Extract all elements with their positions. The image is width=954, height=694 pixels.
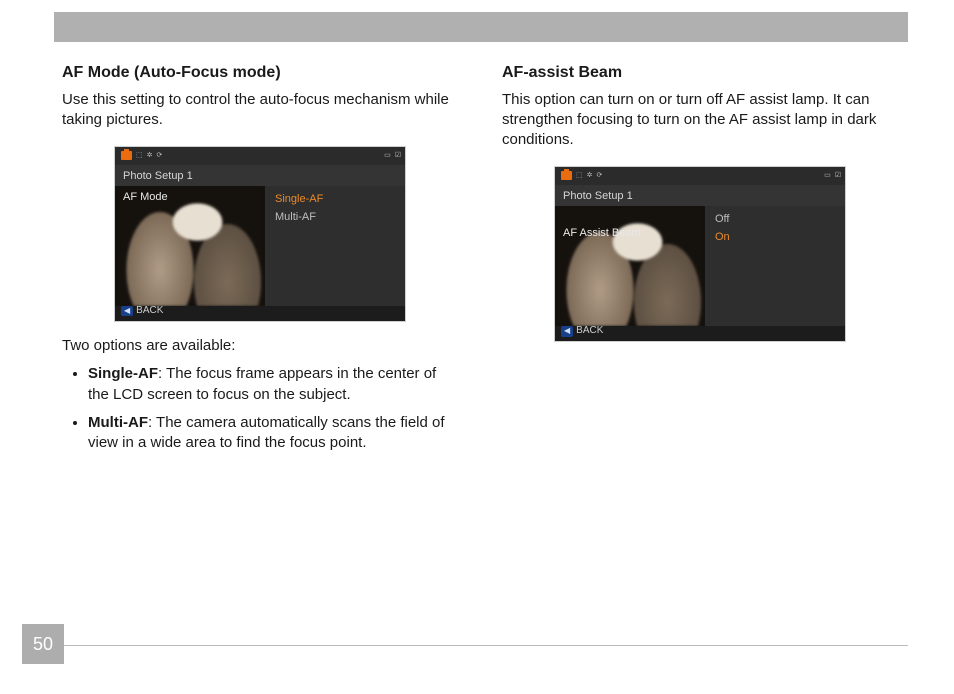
content-columns: AF Mode (Auto-Focus mode) Use this setti… [62,62,898,604]
back-label: BACK [136,305,163,316]
lcd-options: Single-AF Multi-AF [265,186,405,306]
tab-icon-3: ✲ [147,150,153,162]
af-mode-bullets: Single-AF: The focus frame appears in th… [62,364,458,453]
af-assist-heading: AF-assist Beam [502,62,898,84]
af-assist-desc: This option can turn on or turn off AF a… [502,90,898,151]
tab2-icon-6: ☑ [835,170,841,182]
tab2-icon-5: ▭ [824,170,831,182]
bullet-single-af-name: Single-AF [88,365,158,382]
tab-icon-5: ▭ [384,150,391,162]
left-column: AF Mode (Auto-Focus mode) Use this setti… [62,62,458,604]
tab-icon-4: ⟳ [157,150,163,162]
lcd2-option-on: On [715,228,835,246]
bullet-multi-af-name: Multi-AF [88,414,148,431]
lcd-tab-strip: ⬚ ✲ ⟳ ▭ ☑ [115,147,405,165]
header-grey-bar [54,12,908,42]
af-mode-lcd: ⬚ ✲ ⟳ ▭ ☑ Photo Setup 1 AF Mode Single-A… [114,146,406,322]
bullet-single-af: Single-AF: The focus frame appears in th… [88,364,458,405]
tab-icon-6: ☑ [395,150,401,162]
options-intro: Two options are available: [62,336,458,356]
manual-page: AF Mode (Auto-Focus mode) Use this setti… [0,0,954,694]
back-label-2: BACK [576,325,603,336]
lcd-option-multi-af: Multi-AF [275,208,395,226]
lcd-setting-label: AF Mode [123,190,168,205]
camera-tab-icon-2 [561,170,572,182]
lcd2-option-off: Off [715,210,835,228]
af-mode-heading: AF Mode (Auto-Focus mode) [62,62,458,84]
page-number: 50 [22,624,64,664]
tab-icon-2: ⬚ [136,150,143,162]
back-chip-icon: ◀ [121,306,133,317]
right-column: AF-assist Beam This option can turn on o… [502,62,898,604]
lcd2-menu-title: Photo Setup 1 [555,185,845,206]
bullet-multi-af: Multi-AF: The camera automatically scans… [88,413,458,454]
af-assist-lcd: ⬚ ✲ ⟳ ▭ ☑ Photo Setup 1 AF Assist Beam O… [554,166,846,342]
lcd2-options: Off On [705,206,845,326]
tab2-icon-3: ✲ [587,170,593,182]
back-chip-icon-2: ◀ [561,326,573,337]
tab2-icon-4: ⟳ [597,170,603,182]
lcd2-setting-label: AF Assist Beam [563,226,641,241]
camera-tab-icon [121,150,132,162]
af-mode-desc: Use this setting to control the auto-foc… [62,90,458,131]
lcd-menu-title: Photo Setup 1 [115,165,405,186]
lcd-tab-strip-2: ⬚ ✲ ⟳ ▭ ☑ [555,167,845,185]
lcd2-back-hint: ◀BACK [561,324,603,338]
lcd-back-hint: ◀BACK [121,304,163,318]
tab2-icon-2: ⬚ [576,170,583,182]
lcd-option-single-af: Single-AF [275,190,395,208]
footer-rule [64,645,908,646]
